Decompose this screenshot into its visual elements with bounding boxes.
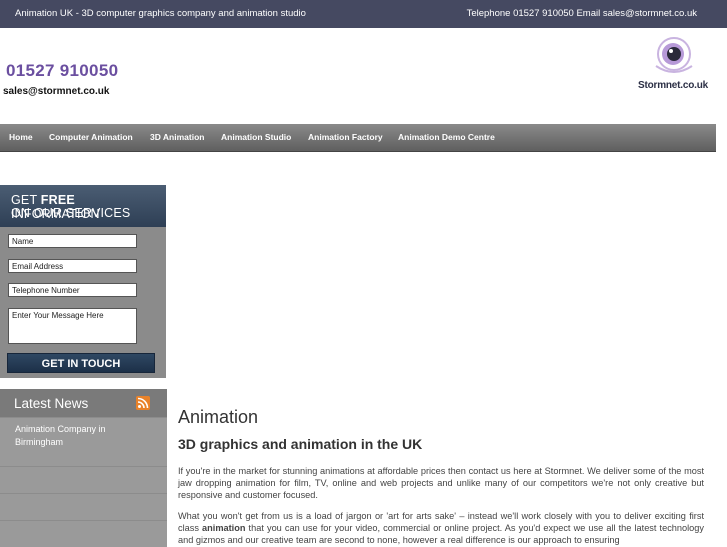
logo-text: Stormnet.co.uk — [638, 80, 708, 91]
para2-end: that you can use for your video, commerc… — [178, 523, 704, 545]
form-heading-line2: ON OUR SERVICES — [11, 206, 131, 220]
news-title: Latest News — [14, 396, 89, 411]
get-in-touch-button[interactable]: GET IN TOUCH — [7, 353, 155, 373]
email-field[interactable]: Email Address — [8, 259, 137, 273]
nav-home[interactable]: Home — [9, 132, 33, 142]
main-nav: Home Computer Animation 3D Animation Ani… — [0, 124, 716, 152]
top-bar: Animation UK - 3D computer graphics comp… — [0, 0, 727, 28]
nav-animation-factory[interactable]: Animation Factory — [308, 132, 383, 142]
contact-info: Telephone 01527 910050 Email sales@storm… — [466, 8, 697, 19]
rss-icon[interactable] — [136, 396, 150, 410]
nav-3d-animation[interactable]: 3D Animation — [150, 132, 204, 142]
para2-keyword: animation — [202, 523, 246, 533]
contact-form: GET FREE INFORMATION ON OUR SERVICES Nam… — [0, 185, 166, 378]
form-heading: GET FREE INFORMATION ON OUR SERVICES — [0, 185, 166, 227]
page-subtitle: 3D graphics and animation in the UK — [178, 436, 423, 452]
second-paragraph: What you won't get from us is a load of … — [178, 510, 704, 546]
nav-animation-studio[interactable]: Animation Studio — [221, 132, 291, 142]
intro-paragraph: If you're in the market for stunning ani… — [178, 466, 704, 500]
news-row-empty — [0, 493, 167, 520]
name-field[interactable]: Name — [8, 234, 137, 248]
form-heading-bold: FREE — [40, 193, 75, 207]
site-tagline: Animation UK - 3D computer graphics comp… — [15, 8, 306, 19]
page-title: Animation — [178, 407, 259, 427]
header-phone[interactable]: 01527 910050 — [6, 61, 118, 81]
header-email[interactable]: sales@stormnet.co.uk — [3, 86, 109, 97]
news-row-empty — [0, 520, 167, 547]
message-field[interactable]: Enter Your Message Here — [8, 308, 137, 344]
news-item-link[interactable]: Animation Company in Birmingham — [15, 423, 125, 448]
nav-animation-demo-centre[interactable]: Animation Demo Centre — [398, 132, 495, 142]
phone-field[interactable]: Telephone Number — [8, 283, 137, 297]
nav-computer-animation[interactable]: Computer Animation — [49, 132, 133, 142]
form-heading-prefix: GET — [11, 193, 38, 207]
news-row-empty — [0, 466, 167, 493]
news-header: Latest News — [0, 389, 167, 417]
latest-news-panel: Latest News Animation Company in Birming… — [0, 389, 167, 547]
